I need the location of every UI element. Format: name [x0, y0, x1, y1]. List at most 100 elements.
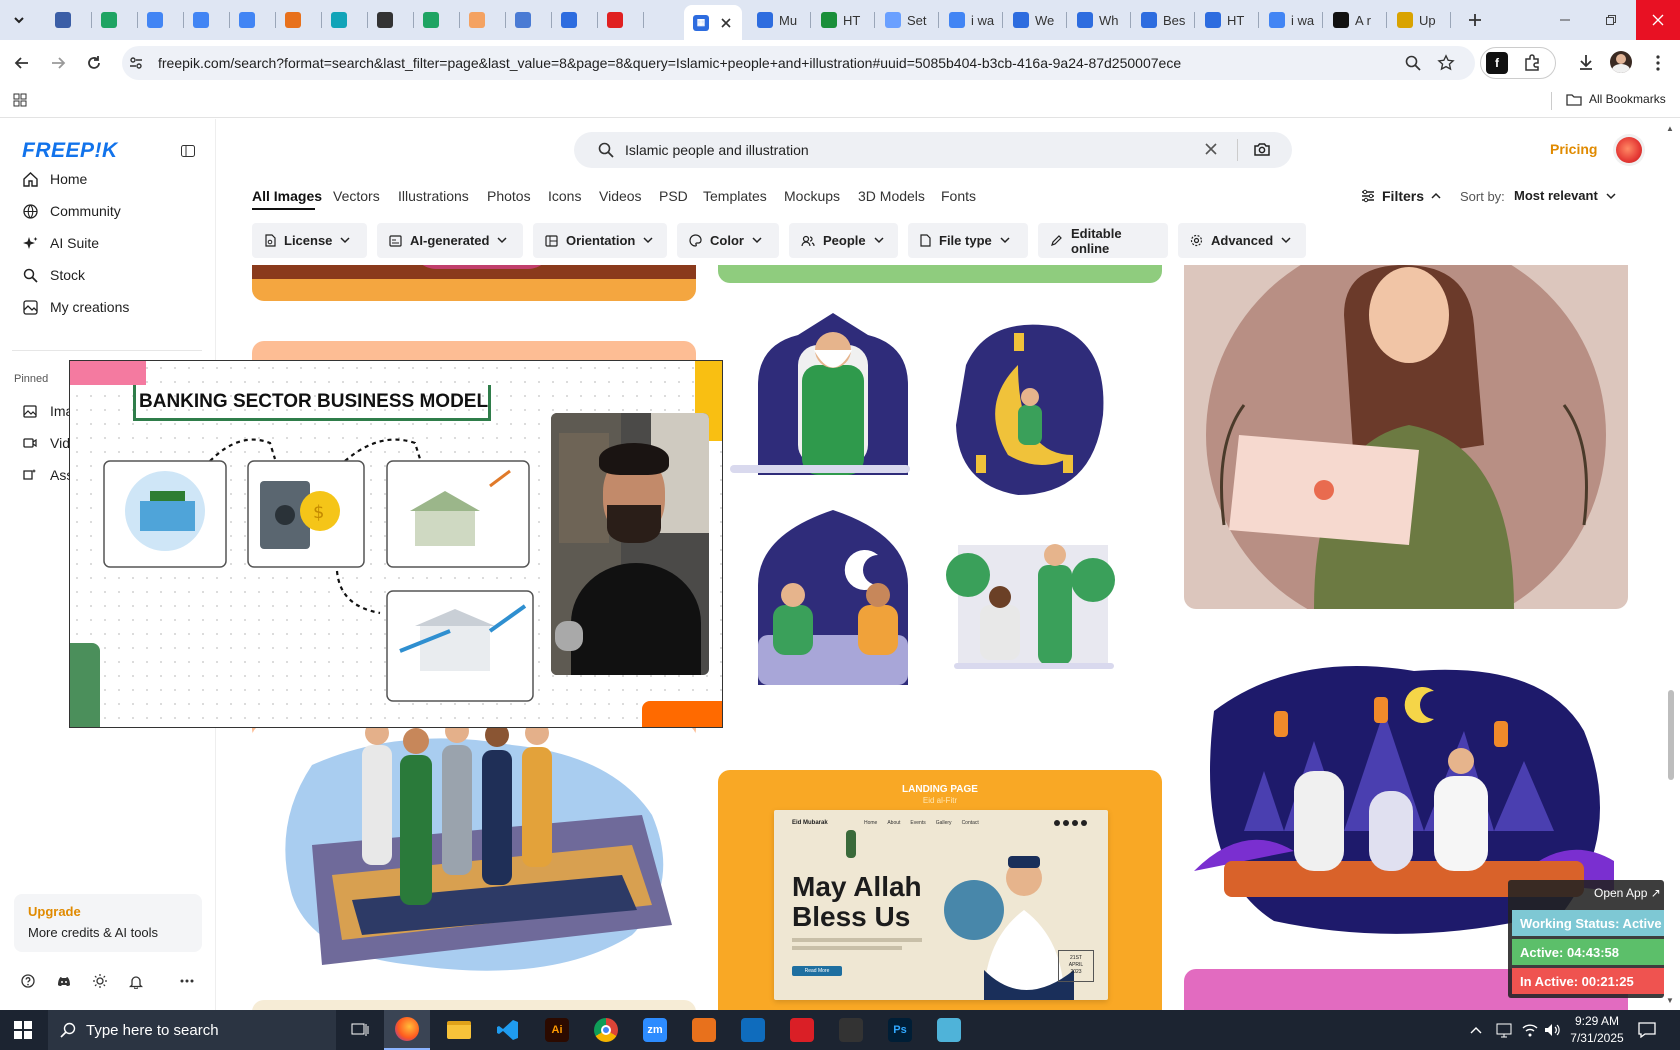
- camera-search-icon[interactable]: [1254, 141, 1270, 157]
- forward-icon[interactable]: [48, 53, 68, 73]
- page-scrollbar-thumb[interactable]: [1668, 690, 1674, 780]
- freepik-logo[interactable]: FREEP!K: [22, 139, 118, 163]
- browser-tab[interactable]: [414, 5, 458, 35]
- filter-chip-color[interactable]: Color: [677, 223, 779, 258]
- minimize-icon[interactable]: [1555, 10, 1575, 30]
- search-bar[interactable]: Islamic people and illustration: [574, 132, 1292, 168]
- sidebar-item-my-creations[interactable]: My creations: [22, 299, 129, 315]
- taskbar-app[interactable]: [926, 1010, 972, 1050]
- browser-tab[interactable]: [368, 5, 412, 35]
- sort-dropdown[interactable]: Most relevant: [1514, 188, 1616, 203]
- browser-tab[interactable]: [552, 5, 596, 35]
- taskbar-clock[interactable]: 9:29 AM 7/31/2025: [1568, 1013, 1626, 1047]
- browser-tab[interactable]: i wa: [940, 5, 1002, 35]
- browser-tab[interactable]: [138, 5, 182, 35]
- download-icon[interactable]: [1576, 52, 1596, 72]
- browser-tab[interactable]: [506, 5, 550, 35]
- browser-tab[interactable]: HT: [1196, 5, 1258, 35]
- zoom-icon[interactable]: [1404, 54, 1422, 72]
- taskbar-app[interactable]: [681, 1010, 727, 1050]
- taskbar-app[interactable]: [583, 1010, 629, 1050]
- apps-grid-icon[interactable]: [12, 92, 28, 108]
- more-options-icon[interactable]: [178, 973, 196, 989]
- browser-tab[interactable]: [46, 5, 90, 35]
- network-icon[interactable]: [1494, 1021, 1514, 1039]
- category-tab-all-images[interactable]: All Images: [252, 188, 322, 204]
- search-input[interactable]: Islamic people and illustration: [625, 142, 809, 158]
- upgrade-card[interactable]: Upgrade More credits & AI tools: [14, 894, 202, 952]
- tab-search-chevron-icon[interactable]: [8, 9, 30, 31]
- back-icon[interactable]: [12, 53, 32, 73]
- browser-tab[interactable]: A r: [1324, 5, 1386, 35]
- pinned-item[interactable]: Ima: [22, 403, 73, 419]
- browser-tab[interactable]: [460, 5, 504, 35]
- filter-chip-advanced[interactable]: Advanced: [1178, 223, 1306, 258]
- result-card-landing-page[interactable]: LANDING PAGE Eid al-Fitr Eid Mubarak Hom…: [718, 770, 1162, 1010]
- close-tab-icon[interactable]: [721, 17, 731, 28]
- category-tab-icons[interactable]: Icons: [548, 188, 581, 204]
- browser-tab[interactable]: Set: [876, 5, 938, 35]
- extension-f-icon[interactable]: f: [1486, 52, 1508, 74]
- filter-chip-orientation[interactable]: Orientation: [533, 223, 667, 258]
- bookmark-star-icon[interactable]: [1436, 53, 1456, 73]
- filter-chip-ai-generated[interactable]: AI-generated: [377, 223, 523, 258]
- taskbar-file-explorer[interactable]: [436, 1010, 482, 1050]
- taskbar-firefox[interactable]: [384, 1010, 430, 1050]
- scroll-down-arrow-icon[interactable]: ▼: [1666, 996, 1674, 1005]
- pricing-link[interactable]: Pricing: [1550, 141, 1597, 157]
- sidebar-item-ai-suite[interactable]: AI Suite: [22, 235, 99, 251]
- browser-tab[interactable]: [92, 5, 136, 35]
- filter-chip-license[interactable]: License: [252, 223, 367, 258]
- video-overlay[interactable]: BANKING SECTOR BUSINESS MODEL $: [69, 360, 723, 728]
- category-tab-mockups[interactable]: Mockups: [784, 188, 840, 204]
- sidebar-item-community[interactable]: Community: [22, 203, 121, 219]
- taskbar-app[interactable]: [779, 1010, 825, 1050]
- tab-active[interactable]: ▦: [684, 5, 742, 40]
- filter-chip-file-type[interactable]: File type: [908, 223, 1028, 258]
- clear-search-icon[interactable]: [1204, 142, 1218, 156]
- profile-avatar[interactable]: [1610, 51, 1632, 73]
- category-tab-vectors[interactable]: Vectors: [333, 188, 380, 204]
- taskbar-app[interactable]: [828, 1010, 874, 1050]
- browser-tab[interactable]: i wa: [1260, 5, 1322, 35]
- open-app-link[interactable]: Open App ↗: [1594, 886, 1661, 900]
- volume-icon[interactable]: [1542, 1021, 1562, 1039]
- taskbar-vscode[interactable]: [485, 1010, 531, 1050]
- help-icon[interactable]: [20, 973, 36, 989]
- restore-icon[interactable]: [1601, 10, 1621, 30]
- taskbar-app[interactable]: zm: [632, 1010, 678, 1050]
- sidebar-item-stock[interactable]: Stock: [22, 267, 85, 283]
- category-tab-fonts[interactable]: Fonts: [941, 188, 976, 204]
- puzzle-icon[interactable]: [1522, 53, 1542, 73]
- taskbar-app[interactable]: Ai: [534, 1010, 580, 1050]
- result-card-green[interactable]: [718, 265, 1162, 283]
- url-text[interactable]: freepik.com/search?format=search&last_fi…: [158, 55, 1181, 71]
- result-card-prayer[interactable]: [252, 725, 696, 1010]
- browser-tab[interactable]: [184, 5, 228, 35]
- browser-tab[interactable]: [598, 5, 642, 35]
- taskbar-app[interactable]: [730, 1010, 776, 1050]
- browser-tab[interactable]: [322, 5, 366, 35]
- start-button[interactable]: [0, 1010, 46, 1050]
- filter-chip-people[interactable]: People: [789, 223, 898, 258]
- result-card-top[interactable]: [252, 265, 696, 301]
- task-view-button[interactable]: [337, 1010, 383, 1050]
- browser-tab[interactable]: Up: [1388, 5, 1450, 35]
- result-card-hijab-laptop[interactable]: [1184, 265, 1628, 609]
- site-info-icon[interactable]: [128, 55, 144, 71]
- chrome-menu-icon[interactable]: [1650, 53, 1666, 73]
- category-tab-psd[interactable]: PSD: [659, 188, 688, 204]
- theme-sun-icon[interactable]: [92, 973, 108, 989]
- wifi-icon[interactable]: [1520, 1021, 1540, 1039]
- browser-tab[interactable]: Mu: [748, 5, 810, 35]
- notification-bell-icon[interactable]: [128, 973, 144, 989]
- filters-toggle[interactable]: Filters: [1361, 188, 1441, 204]
- browser-tab[interactable]: Bes: [1132, 5, 1194, 35]
- all-bookmarks-button[interactable]: All Bookmarks: [1566, 92, 1666, 106]
- reload-icon[interactable]: [84, 53, 104, 73]
- browser-tab[interactable]: Wh: [1068, 5, 1130, 35]
- category-tab-photos[interactable]: Photos: [487, 188, 531, 204]
- pinned-item[interactable]: Ass: [22, 467, 73, 483]
- category-tab-illustrations[interactable]: Illustrations: [398, 188, 469, 204]
- filter-chip-editable-online[interactable]: Editable online: [1038, 223, 1168, 258]
